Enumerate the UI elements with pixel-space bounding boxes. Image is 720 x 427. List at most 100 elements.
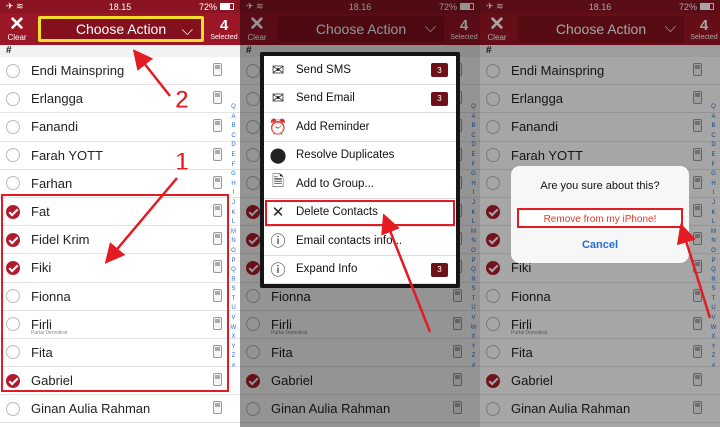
index-letter[interactable]: O (229, 247, 238, 257)
index-letter[interactable]: I (229, 189, 238, 199)
contact-row[interactable]: Fita (0, 339, 240, 368)
unchecked-radio-icon[interactable] (6, 289, 20, 304)
phone-icon (213, 119, 222, 133)
menu-item-send-email[interactable]: ✉ Send Email 3 (264, 85, 456, 113)
index-letter[interactable]: K (229, 209, 238, 219)
cancel-button[interactable]: Cancel (511, 239, 689, 251)
index-letter[interactable]: L (229, 218, 238, 228)
menu-item-label: Add to Group... (296, 177, 374, 190)
alphabet-index[interactable]: Q A B C D E F G H I J K L M N O P Q R S T U V W X Y Z # (229, 103, 238, 372)
menu-item-expand-info[interactable]: ⓘ Expand Info 3 (264, 256, 456, 284)
contact-row[interactable]: Fiki (0, 254, 240, 283)
index-letter[interactable]: F (229, 161, 238, 171)
menu-item-label: Send Email (296, 92, 355, 105)
duplicate-icon: ⬤ (269, 147, 287, 165)
selected-label: Selected (210, 34, 238, 41)
contact-name: Endi Mainspring (31, 63, 125, 79)
index-letter[interactable]: Q (229, 266, 238, 276)
index-letter[interactable]: B (229, 122, 238, 132)
index-letter[interactable]: S (229, 285, 238, 295)
panel-action-menu: ✈ ≋ 18.16 72% ✕ Clear Choose Action ⌵ 4 Sel… (240, 0, 480, 427)
unchecked-radio-icon[interactable] (6, 345, 20, 360)
index-letter[interactable]: H (229, 180, 238, 190)
toolbar: ✕ Clear Choose Action ⌵ 4 Selected (0, 13, 240, 45)
checked-radio-icon[interactable] (6, 204, 20, 219)
contact-name: Gabriel (31, 373, 73, 389)
index-letter[interactable]: M (229, 228, 238, 238)
checked-radio-icon[interactable] (6, 373, 20, 388)
index-letter[interactable]: V (229, 314, 238, 324)
unchecked-radio-icon[interactable] (6, 176, 20, 191)
index-letter[interactable]: Y (229, 343, 238, 353)
phone-icon (213, 260, 222, 274)
contact-name: Fanandi (31, 119, 78, 135)
contact-row[interactable]: Farhan (0, 170, 240, 198)
selected-count: 4 Selected (208, 17, 240, 41)
unchecked-radio-icon[interactable] (6, 317, 20, 332)
battery-percent: 72% (198, 1, 217, 12)
contact-name: Fionna (31, 288, 71, 304)
contact-row[interactable]: Fionna (0, 283, 240, 311)
contact-row[interactable]: Ginan Aulia Rahman (0, 395, 240, 424)
unchecked-radio-icon[interactable] (6, 119, 20, 134)
menu-item-delete-contacts[interactable]: ✕ Delete Contacts (264, 199, 456, 227)
index-letter[interactable]: A (229, 113, 238, 123)
count-badge: 3 (431, 91, 448, 106)
index-letter[interactable]: N (229, 237, 238, 247)
phone-icon (213, 373, 222, 387)
dialog-title: Are you sure about this? (540, 180, 660, 192)
checked-radio-icon[interactable] (6, 260, 20, 275)
index-letter[interactable]: E (229, 151, 238, 161)
panel-confirm-dialog: ✈ ≋ 18.16 72% ✕ Clear Choose Action ⌵ 4 Sel… (480, 0, 720, 427)
contact-row[interactable]: Fidel Krim (0, 226, 240, 255)
phone-icon (213, 401, 222, 415)
index-letter[interactable]: D (229, 141, 238, 151)
menu-item-label: Resolve Duplicates (296, 149, 395, 162)
email-icon: ✉ (271, 90, 285, 108)
contact-row[interactable]: Fat (0, 198, 240, 227)
unchecked-radio-icon[interactable] (6, 63, 20, 78)
phone-icon (213, 316, 222, 330)
phone-icon (213, 91, 222, 105)
clear-button[interactable]: ✕ Clear (0, 15, 34, 42)
wifi-icon: ✈ ≋ (6, 1, 24, 11)
remove-from-iphone-button[interactable]: Remove from my iPhone! (517, 208, 683, 228)
unchecked-radio-icon[interactable] (6, 91, 20, 106)
index-letter[interactable]: W (229, 324, 238, 334)
index-letter[interactable]: U (229, 304, 238, 314)
phone-icon (213, 175, 222, 189)
index-letter[interactable]: X (229, 333, 238, 343)
index-letter[interactable]: Z (229, 352, 238, 362)
expand-info-icon: ⓘ (270, 261, 286, 279)
menu-item-send-sms[interactable]: ✉ Send SMS 3 (264, 56, 456, 85)
index-letter[interactable]: T (229, 295, 238, 305)
unchecked-radio-icon[interactable] (6, 401, 20, 416)
contact-row[interactable]: Farah YOTT (0, 142, 240, 170)
contact-row[interactable]: Gabriel (0, 367, 240, 396)
choose-action-button[interactable]: Choose Action ⌵ (38, 16, 204, 42)
index-letter[interactable]: Q (229, 103, 238, 113)
chevron-down-icon: ⌵ (181, 22, 193, 39)
contact-row[interactable]: Erlangga (0, 85, 240, 114)
unchecked-radio-icon[interactable] (6, 148, 20, 163)
index-letter[interactable]: C (229, 132, 238, 142)
contact-row[interactable]: Endi Mainspring (0, 57, 240, 86)
sms-icon: ✉ (271, 61, 285, 79)
index-letter[interactable]: J (229, 199, 238, 209)
contact-row[interactable]: Firli Partai Demokrat (0, 311, 240, 339)
tutorial-screenshot: ✈ ≋ 18.15 72% ✕ Clear Choose Action ⌵ 4 Sel… (0, 0, 720, 427)
index-letter[interactable]: G (229, 170, 238, 180)
info-icon: ⓘ (270, 233, 286, 251)
action-menu: ✉ Send SMS 3 ✉ Send Email 3 ⏰ Add Reminder ⬤ Reso… (260, 52, 460, 288)
menu-item-resolve-duplicates[interactable]: ⬤ Resolve Duplicates (264, 142, 456, 170)
count-badge: 3 (431, 63, 448, 77)
checked-radio-icon[interactable] (6, 232, 20, 247)
index-letter[interactable]: R (229, 276, 238, 286)
menu-item-add-to-group[interactable]: 🗎 Add to Group... (264, 170, 456, 199)
menu-item-add-reminder[interactable]: ⏰ Add Reminder (264, 113, 456, 142)
contact-row[interactable]: Fanandi (0, 113, 240, 142)
step-number-2: 2 (175, 86, 190, 115)
index-letter[interactable]: P (229, 257, 238, 267)
menu-item-email-contacts-info[interactable]: ⓘ Email contacts info... (264, 227, 456, 256)
index-letter[interactable]: # (229, 362, 238, 372)
